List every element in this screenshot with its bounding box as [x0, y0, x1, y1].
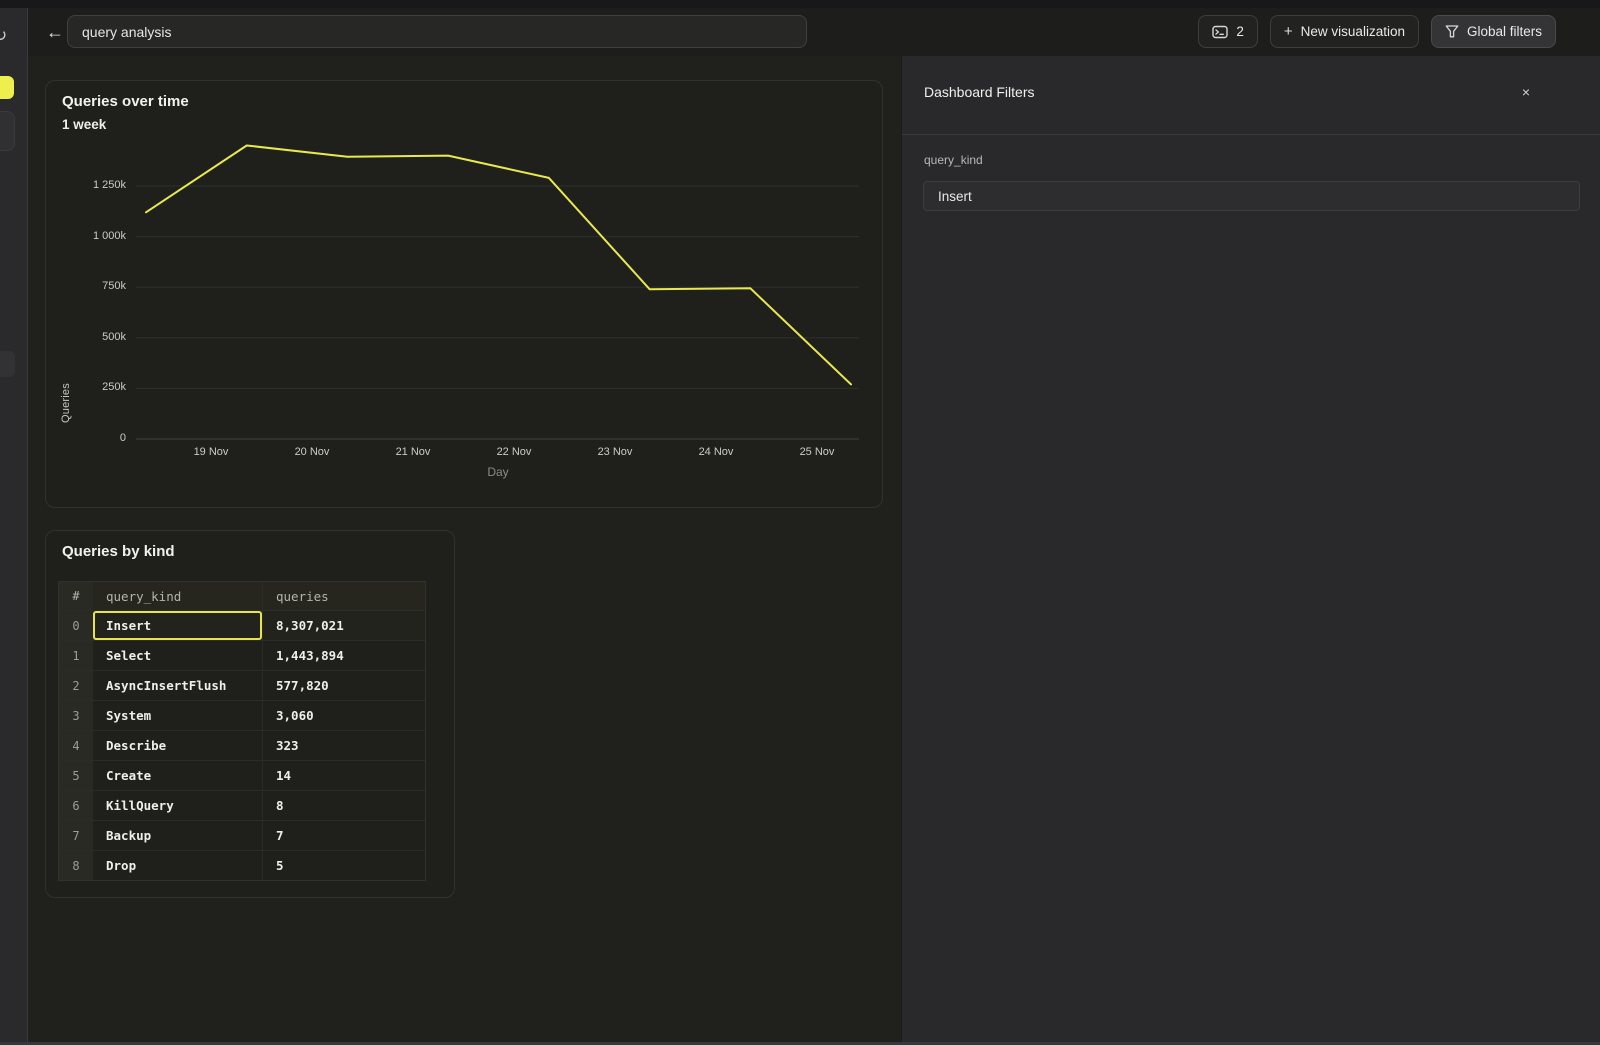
x-axis-title: Day: [468, 465, 528, 479]
top-bar: ← 2 + New visualization: [28, 8, 1600, 56]
topbar-actions: 2 + New visualization Global filters: [1198, 15, 1556, 48]
filter-field-label: query_kind: [924, 153, 983, 167]
table-row: 3System3,060: [59, 700, 425, 730]
dashboard-canvas: Queries over time 1 week Queries Day 025…: [28, 56, 901, 1045]
global-filters-label: Global filters: [1467, 24, 1542, 39]
panel-divider: [902, 134, 1600, 135]
table-header-row: #query_kindqueries: [59, 582, 425, 610]
dashboard-filters-panel: Dashboard Filters × query_kind: [901, 56, 1600, 1045]
query-kind-cell[interactable]: Backup: [93, 821, 262, 850]
y-tick-label: 500k: [56, 331, 126, 343]
row-index-cell: 6: [59, 791, 93, 820]
queries-value-cell[interactable]: 5: [262, 851, 425, 880]
queries-line-svg: [46, 81, 884, 509]
row-index-cell: 4: [59, 731, 93, 760]
y-tick-label: 750k: [56, 280, 126, 292]
query-kind-cell[interactable]: KillQuery: [93, 791, 262, 820]
table-row: 2AsyncInsertFlush577,820: [59, 670, 425, 700]
console-icon: [1212, 25, 1228, 39]
query-kind-cell[interactable]: Create: [93, 761, 262, 790]
x-tick-label: 25 Nov: [786, 446, 848, 458]
table-row: 4Describe323: [59, 730, 425, 760]
queries-table: #query_kindqueries0Insert8,307,0211Selec…: [58, 581, 426, 881]
queries-value-cell[interactable]: 1,443,894: [262, 641, 425, 670]
y-tick-label: 1 000k: [56, 230, 126, 242]
back-arrow-icon: ←: [46, 22, 64, 43]
rail-item[interactable]: [0, 111, 15, 151]
plus-icon: +: [1284, 23, 1293, 40]
left-rail: ↻: [0, 8, 28, 1045]
queries-value-cell[interactable]: 323: [262, 731, 425, 760]
funnel-icon: [1445, 25, 1459, 38]
table-row: 5Create14: [59, 760, 425, 790]
queries-value-cell[interactable]: 3,060: [262, 701, 425, 730]
queries-column-header[interactable]: queries: [262, 582, 425, 610]
close-icon: ×: [1522, 84, 1530, 100]
new-visualization-button[interactable]: + New visualization: [1270, 15, 1419, 48]
query-kind-cell[interactable]: System: [93, 701, 262, 730]
global-filters-button[interactable]: Global filters: [1431, 15, 1556, 48]
y-tick-label: 1 250k: [56, 179, 126, 191]
console-count: 2: [1236, 24, 1244, 39]
x-tick-label: 22 Nov: [483, 446, 545, 458]
query-kind-cell[interactable]: Select: [93, 641, 262, 670]
new-visualization-label: New visualization: [1301, 24, 1405, 39]
query-kind-cell[interactable]: Drop: [93, 851, 262, 880]
filters-panel-title: Dashboard Filters: [924, 84, 1035, 100]
queries-value-cell[interactable]: 577,820: [262, 671, 425, 700]
query-kind-cell[interactable]: Insert: [93, 611, 262, 640]
close-panel-button[interactable]: ×: [1516, 82, 1536, 102]
row-index-cell: 3: [59, 701, 93, 730]
console-button[interactable]: 2: [1198, 15, 1258, 48]
row-index-cell: 1: [59, 641, 93, 670]
queries-value-cell[interactable]: 14: [262, 761, 425, 790]
row-index-cell: 5: [59, 761, 93, 790]
x-tick-label: 19 Nov: [180, 446, 242, 458]
index-column-header: #: [59, 582, 93, 610]
x-tick-label: 23 Nov: [584, 446, 646, 458]
x-tick-label: 24 Nov: [685, 446, 747, 458]
queries-value-cell[interactable]: 8: [262, 791, 425, 820]
queries-by-kind-card: Queries by kind #query_kindqueries0Inser…: [45, 530, 455, 898]
table-row: 1Select1,443,894: [59, 640, 425, 670]
table-title: Queries by kind: [62, 543, 175, 560]
row-index-cell: 7: [59, 821, 93, 850]
queries-value-cell[interactable]: 7: [262, 821, 425, 850]
table-row: 7Backup7: [59, 820, 425, 850]
row-index-cell: 2: [59, 671, 93, 700]
queries-over-time-card: Queries over time 1 week Queries Day 025…: [45, 80, 883, 508]
table-row: 0Insert8,307,021: [59, 610, 425, 640]
y-tick-label: 0: [56, 432, 126, 444]
rail-item[interactable]: [0, 351, 15, 377]
row-index-cell: 8: [59, 851, 93, 880]
table-row: 6KillQuery8: [59, 790, 425, 820]
x-tick-label: 20 Nov: [281, 446, 343, 458]
window-top-edge: [0, 0, 1600, 8]
query-kind-cell[interactable]: Describe: [93, 731, 262, 760]
dashboard-app: ↻ ← 2 + New visualization: [0, 0, 1600, 1045]
history-icon[interactable]: ↻: [0, 26, 7, 46]
dashboard-title-input[interactable]: [67, 15, 807, 48]
query-kind-column-header[interactable]: query_kind: [93, 582, 262, 610]
queries-series-line: [146, 146, 851, 385]
y-tick-label: 250k: [56, 381, 126, 393]
x-tick-label: 21 Nov: [382, 446, 444, 458]
rail-item-active[interactable]: [0, 76, 14, 99]
query-kind-filter-input[interactable]: [923, 181, 1580, 211]
row-index-cell: 0: [59, 611, 93, 640]
query-kind-cell[interactable]: AsyncInsertFlush: [93, 671, 262, 700]
table-row: 8Drop5: [59, 850, 425, 880]
queries-value-cell[interactable]: 8,307,021: [262, 611, 425, 640]
